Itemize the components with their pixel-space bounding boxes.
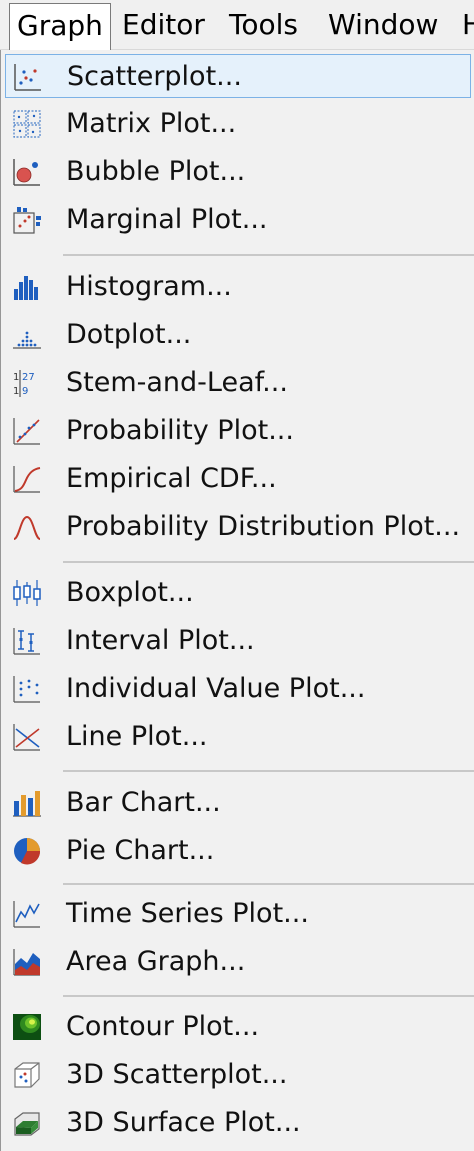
menu-item-label: Marginal Plot... bbox=[66, 204, 268, 235]
menu-bar: Graph Editor Tools Window H bbox=[0, 0, 474, 50]
menu-item-label: Dotplot... bbox=[66, 319, 192, 350]
graph-dropdown-menu: Scatterplot... Matrix Plot... Bubble Plo… bbox=[0, 50, 474, 1151]
bar-chart-icon bbox=[13, 791, 41, 817]
menu-item-line-plot[interactable]: Line Plot... bbox=[5, 715, 471, 759]
menu-item-label: Stem-and-Leaf... bbox=[66, 367, 288, 398]
menu-item-label: Probability Distribution Plot... bbox=[66, 511, 461, 542]
boxplot-icon bbox=[13, 580, 41, 606]
menu-item-time-series-plot[interactable]: Time Series Plot... bbox=[5, 892, 471, 936]
menu-item-3d-scatterplot[interactable]: 3D Scatterplot... bbox=[5, 1053, 471, 1097]
probability-distribution-icon bbox=[13, 515, 41, 540]
menu-item-label: Matrix Plot... bbox=[66, 108, 237, 139]
menu-item-label: Boxplot... bbox=[66, 577, 194, 608]
menu-item-empirical-cdf[interactable]: Empirical CDF... bbox=[5, 457, 471, 501]
individual-value-plot-icon bbox=[13, 676, 40, 703]
menu-item-label: Interval Plot... bbox=[66, 625, 255, 656]
svg-text:9: 9 bbox=[22, 386, 28, 397]
menu-item-probability-distribution-plot[interactable]: Probability Distribution Plot... bbox=[5, 505, 471, 549]
menu-item-label: Bubble Plot... bbox=[66, 156, 246, 187]
stem-and-leaf-icon: 1 27 1 9 bbox=[13, 370, 35, 397]
menu-item-label: Line Plot... bbox=[66, 721, 208, 752]
menu-item-label: Probability Plot... bbox=[66, 415, 294, 446]
menu-graph-label: Graph bbox=[17, 9, 103, 42]
menu-item-dotplot[interactable]: Dotplot... bbox=[5, 313, 471, 357]
menu-item-histogram[interactable]: Histogram... bbox=[5, 265, 471, 309]
menu-help[interactable]: H bbox=[455, 3, 474, 47]
menu-item-marginal-plot[interactable]: Marginal Plot... bbox=[5, 198, 471, 242]
menu-item-3d-surface-plot[interactable]: 3D Surface Plot... bbox=[5, 1101, 471, 1145]
menu-item-label: Area Graph... bbox=[66, 946, 246, 977]
menu-item-bar-chart[interactable]: Bar Chart... bbox=[5, 781, 471, 825]
menu-item-label: Time Series Plot... bbox=[66, 898, 309, 929]
menu-item-matrix-plot[interactable]: Matrix Plot... bbox=[5, 102, 471, 146]
menu-tools[interactable]: Tools bbox=[222, 3, 305, 47]
menu-item-label: Contour Plot... bbox=[66, 1011, 260, 1042]
menu-editor[interactable]: Editor bbox=[115, 3, 212, 47]
menu-editor-label: Editor bbox=[122, 8, 205, 41]
menu-item-label: Bar Chart... bbox=[66, 787, 221, 818]
interval-plot-icon bbox=[13, 628, 40, 655]
bubble-plot-icon bbox=[13, 159, 40, 186]
menu-window[interactable]: Window bbox=[321, 3, 445, 47]
contour-plot-icon bbox=[13, 1014, 41, 1040]
matrix-plot-icon bbox=[13, 110, 41, 138]
menu-graph[interactable]: Graph bbox=[9, 3, 111, 50]
menu-item-label: Scatterplot... bbox=[67, 61, 242, 92]
svg-text:1: 1 bbox=[13, 372, 19, 383]
menu-help-label: H bbox=[462, 8, 474, 41]
histogram-icon bbox=[14, 276, 38, 300]
menu-item-label: 3D Scatterplot... bbox=[66, 1059, 288, 1090]
menu-item-area-graph[interactable]: Area Graph... bbox=[5, 940, 471, 984]
3d-surface-plot-icon bbox=[14, 1112, 40, 1136]
menu-window-label: Window bbox=[328, 8, 439, 41]
line-plot-icon bbox=[13, 724, 40, 751]
menu-separator bbox=[63, 561, 474, 563]
menu-item-probability-plot[interactable]: Probability Plot... bbox=[5, 409, 471, 453]
menu-item-individual-value-plot[interactable]: Individual Value Plot... bbox=[5, 667, 471, 711]
menu-separator bbox=[63, 770, 474, 772]
menu-tools-label: Tools bbox=[229, 8, 298, 41]
menu-item-scatterplot[interactable]: Scatterplot... bbox=[5, 54, 471, 98]
menu-item-stem-and-leaf[interactable]: 1 27 1 9 Stem-and-Leaf... bbox=[5, 361, 471, 405]
empirical-cdf-icon bbox=[13, 466, 41, 493]
menu-separator bbox=[63, 254, 474, 256]
menu-item-boxplot[interactable]: Boxplot... bbox=[5, 571, 471, 615]
menu-item-label: Empirical CDF... bbox=[66, 463, 277, 494]
area-graph-icon bbox=[13, 949, 40, 976]
scatterplot-icon bbox=[14, 64, 41, 91]
dotplot-icon bbox=[13, 331, 41, 349]
svg-text:1: 1 bbox=[13, 386, 19, 397]
menu-separator bbox=[63, 995, 474, 997]
menu-item-pie-chart[interactable]: Pie Chart... bbox=[5, 829, 471, 873]
3d-scatterplot-icon bbox=[14, 1062, 40, 1088]
menu-item-label: Histogram... bbox=[66, 271, 232, 302]
time-series-icon bbox=[13, 901, 40, 928]
menu-item-interval-plot[interactable]: Interval Plot... bbox=[5, 619, 471, 663]
menu-item-contour-plot[interactable]: Contour Plot... bbox=[5, 1005, 471, 1049]
svg-text:27: 27 bbox=[22, 372, 35, 383]
marginal-plot-icon bbox=[13, 207, 41, 234]
menu-item-label: 3D Surface Plot... bbox=[66, 1107, 301, 1138]
menu-item-label: Pie Chart... bbox=[66, 835, 215, 866]
pie-chart-icon bbox=[14, 838, 41, 865]
menu-separator bbox=[63, 883, 474, 885]
probability-plot-icon bbox=[13, 418, 40, 445]
menu-item-bubble-plot[interactable]: Bubble Plot... bbox=[5, 150, 471, 194]
menu-item-label: Individual Value Plot... bbox=[66, 673, 366, 704]
